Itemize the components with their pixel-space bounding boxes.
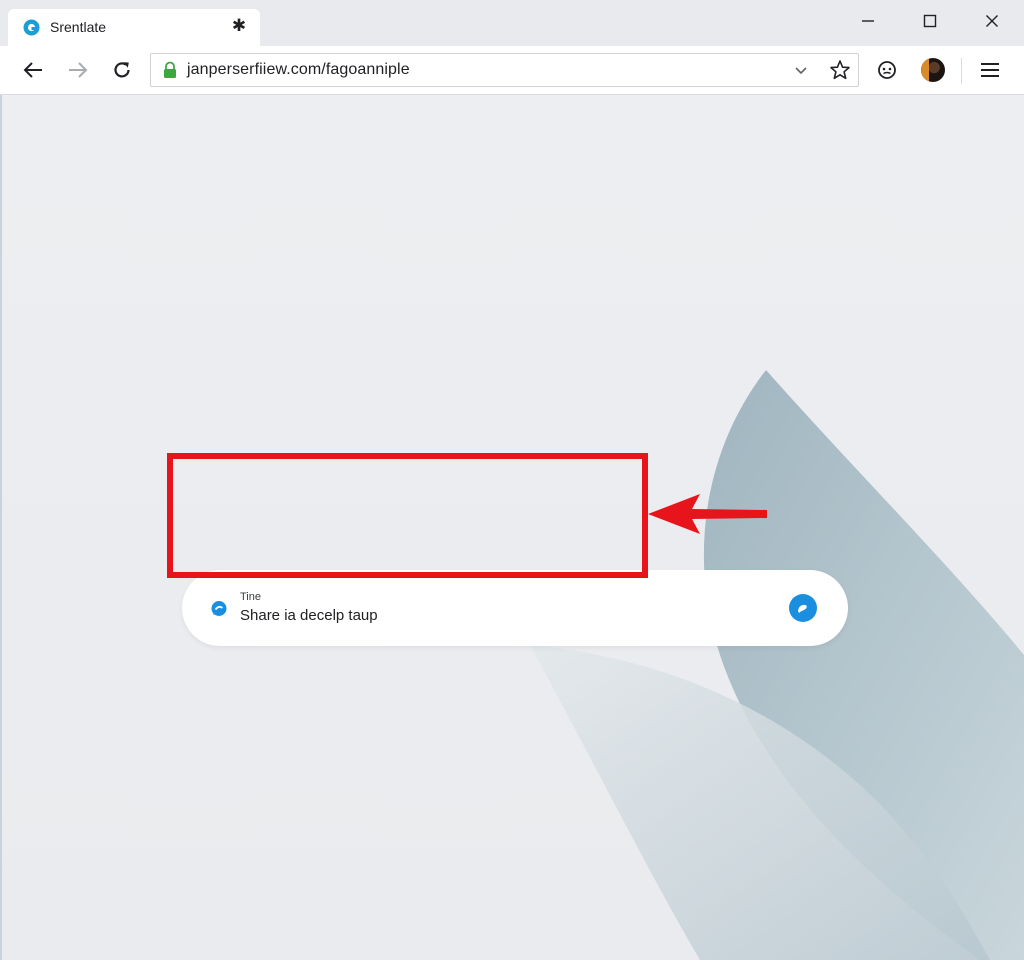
arrow-right-icon (69, 62, 88, 78)
site-logo-icon (23, 19, 40, 36)
minimize-button[interactable] (856, 9, 880, 33)
close-icon (986, 15, 998, 27)
chevron-down-icon[interactable] (793, 62, 809, 78)
title-bar: Srentlate ✱ (0, 0, 1024, 46)
hamburger-menu-icon (981, 63, 999, 77)
star-icon[interactable] (828, 58, 852, 82)
toolbar-divider (961, 58, 962, 84)
lock-icon (164, 61, 176, 78)
menu-button[interactable] (976, 56, 1004, 84)
reload-button[interactable] (108, 56, 136, 84)
maximize-icon (923, 14, 937, 28)
forward-button[interactable] (64, 56, 92, 84)
annotation-highlight-box (167, 453, 648, 578)
chat-bubble-icon (798, 604, 807, 613)
back-button[interactable] (19, 56, 47, 84)
extension-icon (878, 61, 896, 79)
avatar[interactable] (921, 58, 945, 82)
minimize-icon (862, 20, 874, 22)
extension-button[interactable] (873, 56, 901, 84)
tab-close-button[interactable]: ✱ (230, 17, 248, 35)
address-bar[interactable]: janperserfiiew.com/fagoanniple (150, 53, 859, 87)
chat-notification[interactable]: Tine Share ia decelp taup (182, 570, 848, 646)
maximize-button[interactable] (918, 9, 942, 33)
browser-tab[interactable]: Srentlate ✱ (8, 9, 260, 46)
tab-title: Srentlate (50, 19, 107, 35)
window-left-edge (0, 95, 2, 960)
chat-bubble-icon (211, 601, 227, 616)
notification-label: Tine (240, 591, 261, 603)
notification-text: Share ia decelp taup (240, 607, 378, 624)
close-window-button[interactable] (980, 9, 1004, 33)
chat-action-button[interactable] (789, 594, 817, 622)
browser-toolbar: janperserfiiew.com/fagoanniple (0, 46, 1024, 95)
arrow-left-icon (23, 62, 42, 78)
reload-icon (114, 62, 130, 78)
url-text[interactable]: janperserfiiew.com/fagoanniple (187, 61, 410, 79)
annotation-arrow-icon (648, 494, 767, 534)
